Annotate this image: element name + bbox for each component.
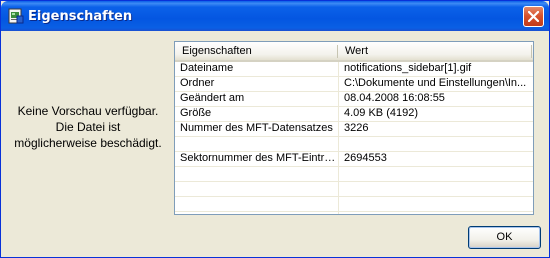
properties-dialog: Eigenschaften Keine Vorschau verfügbar. … (0, 0, 550, 258)
table-row[interactable]: Geändert am 08.04.2008 16:08:55 (175, 92, 533, 107)
property-name (180, 137, 338, 151)
column-divider[interactable] (531, 45, 532, 58)
window-title: Eigenschaften (28, 9, 133, 24)
column-header-value[interactable]: Wert (338, 42, 533, 60)
property-value (344, 182, 530, 196)
dialog-client-area: Keine Vorschau verfügbar. Die Datei ist … (4, 31, 546, 255)
no-preview-line: Keine Vorschau verfügbar. (17, 104, 159, 118)
document-properties-icon (8, 8, 24, 24)
property-name: Nummer des MFT-Datensatzes (180, 122, 333, 134)
table-row[interactable] (175, 182, 533, 197)
property-value (344, 137, 530, 151)
table-row[interactable]: Ordner C:\Dokumente und Einstellungen\In… (175, 77, 533, 92)
close-icon (528, 11, 539, 22)
properties-list[interactable]: Eigenschaften Wert Dateiname notificatio… (174, 41, 534, 215)
property-value (344, 167, 530, 181)
table-row[interactable] (175, 197, 533, 212)
property-value: 08.04.2008 16:08:55 (344, 92, 445, 104)
property-name (180, 182, 338, 196)
property-value (344, 197, 530, 211)
property-name: Geändert am (180, 92, 245, 104)
property-name (180, 167, 338, 181)
property-name (180, 197, 338, 211)
ok-button[interactable]: OK (468, 226, 541, 249)
list-body: Dateiname notifications_sidebar[1].gif O… (175, 62, 533, 212)
property-value: 4.09 KB (4192) (344, 107, 418, 119)
table-row[interactable] (175, 137, 533, 152)
table-row[interactable] (175, 167, 533, 182)
table-row[interactable]: Dateiname notifications_sidebar[1].gif (175, 62, 533, 77)
no-preview-message: Keine Vorschau verfügbar. Die Datei ist … (8, 103, 168, 151)
property-name: Größe (180, 107, 212, 119)
table-row[interactable]: Größe 4.09 KB (4192) (175, 107, 533, 122)
property-name: Dateiname (180, 62, 234, 74)
table-row[interactable]: Nummer des MFT-Datensatzes 3226 (175, 122, 533, 137)
property-name: Ordner (180, 77, 215, 89)
no-preview-line: Die Datei ist (55, 120, 121, 134)
property-name: Sektornummer des MFT-Eintrags (180, 152, 338, 164)
property-value: notifications_sidebar[1].gif (344, 62, 472, 74)
list-header: Eigenschaften Wert (175, 42, 533, 62)
no-preview-line: möglicherweise beschädigt. (14, 136, 162, 150)
column-header-property[interactable]: Eigenschaften (175, 42, 338, 60)
property-value: 3226 (344, 122, 369, 134)
title-bar[interactable]: Eigenschaften (1, 1, 549, 31)
table-row[interactable]: Sektornummer des MFT-Eintrags 2694553 (175, 152, 533, 167)
close-button[interactable] (523, 6, 544, 27)
property-value: C:\Dokumente und Einstellungen\In... (344, 77, 527, 89)
property-value: 2694553 (344, 152, 387, 164)
